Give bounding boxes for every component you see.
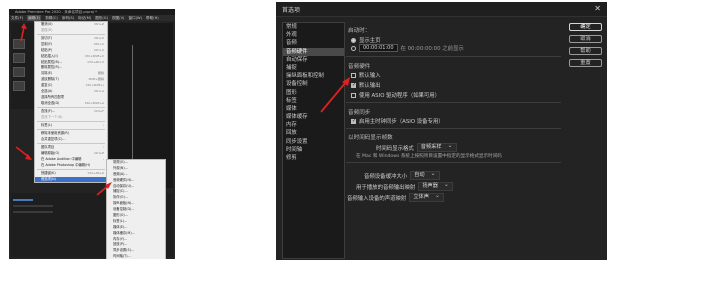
annotation-arrow	[320, 77, 350, 113]
premiere-screenshot: Adobe Premiere Pro 2020 - 未命名项目.prproj *…	[9, 9, 175, 259]
annotation-arrow	[15, 23, 112, 196]
preferences-dialog: 首选项 ✕ 常规 外观 音频 音频硬件 自动保存 捕捉 操纵面板和控制 设备控制 图形 标签 媒体媒…	[276, 2, 607, 260]
